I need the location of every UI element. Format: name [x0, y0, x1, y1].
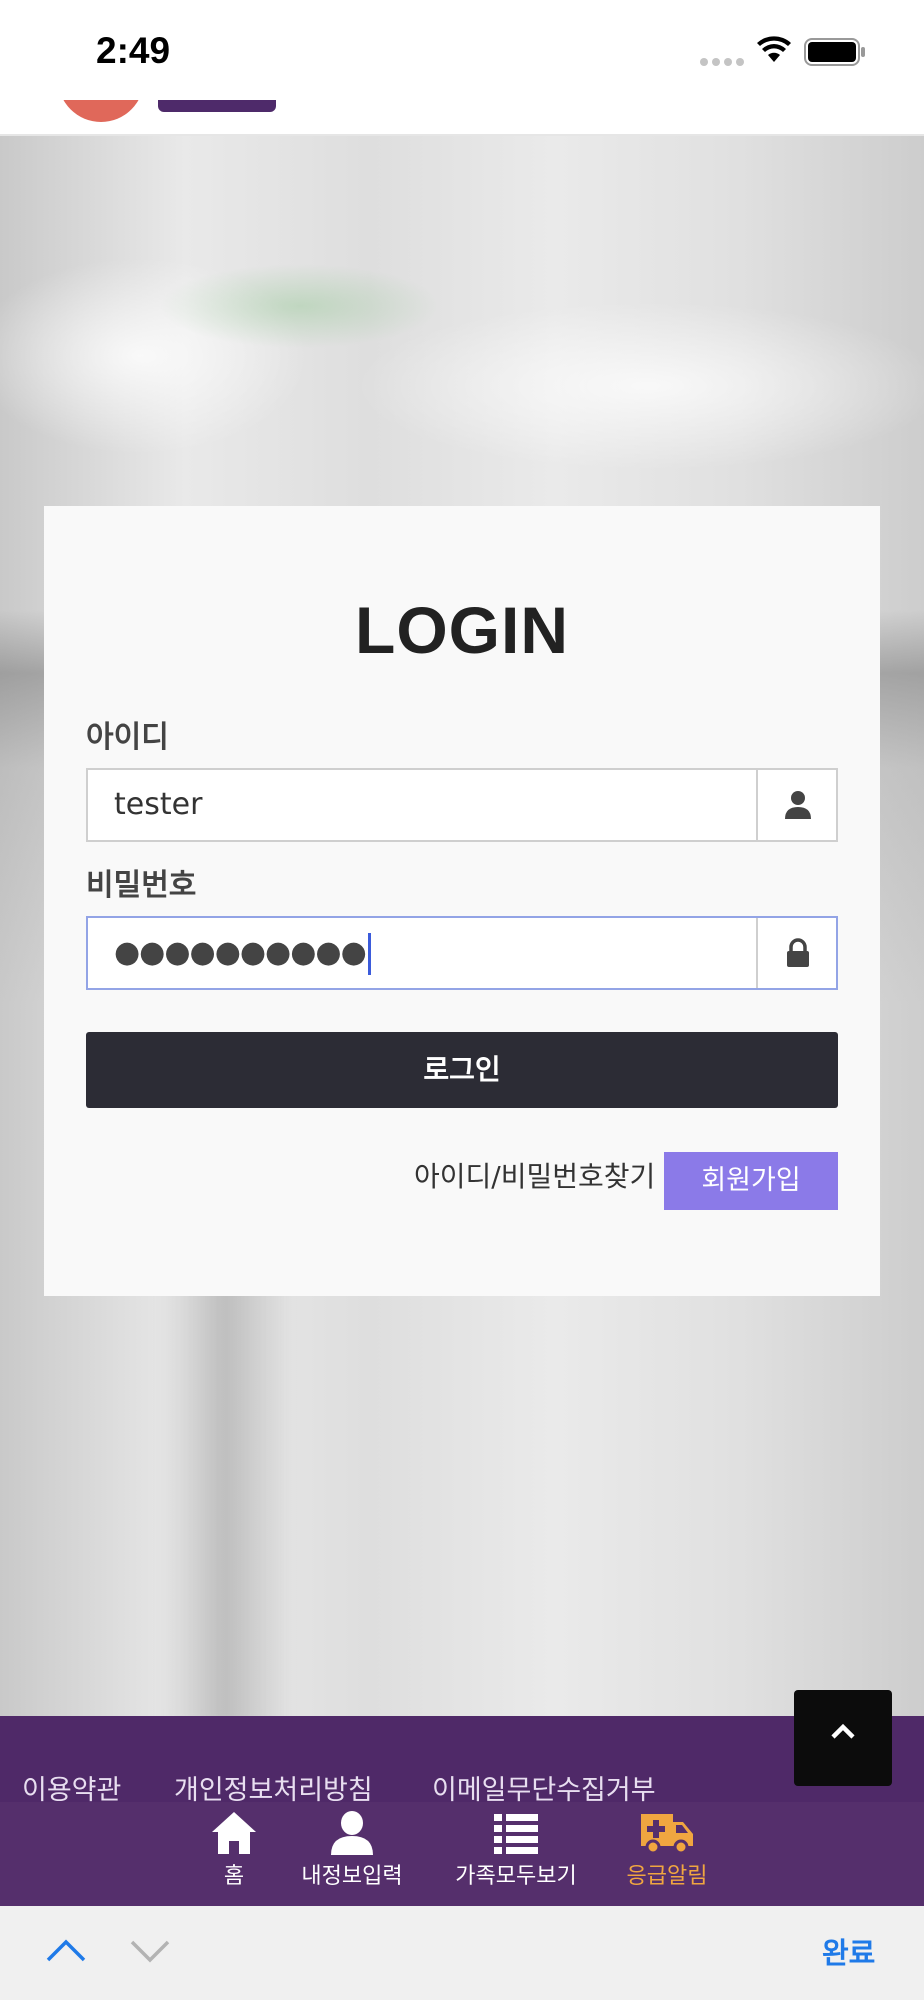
cellular-signal-icon: [700, 58, 744, 66]
bottom-nav: 홈 내정보입력 가족모두보기 응급알림: [0, 1802, 924, 1906]
id-field-addon: [756, 770, 836, 840]
footer: 이용약관 개인정보처리방침 이메일무단수집거부 홈 내정보입력 가족모두보기 응…: [0, 1716, 924, 1906]
nav-label-emergency: 응급알림: [626, 1864, 708, 1889]
login-card: LOGIN 아이디 tester 비밀번호 ●●●●●●●●●● 로그인 아이디…: [44, 506, 880, 1296]
login-title: LOGIN: [355, 593, 569, 667]
status-time: 2:49: [96, 30, 171, 71]
person-icon: [331, 1811, 373, 1855]
nav-item-my-info[interactable]: 내정보입력: [292, 1802, 412, 1906]
status-bar: 2:49: [0, 0, 924, 100]
nav-item-emergency[interactable]: 응급알림: [614, 1802, 720, 1906]
nav-label-my-info: 내정보입력: [301, 1864, 403, 1889]
site-header: [0, 100, 924, 136]
login-button[interactable]: 로그인: [86, 1032, 838, 1108]
password-mask: ●●●●●●●●●●: [114, 935, 367, 970]
password-field[interactable]: ●●●●●●●●●●: [86, 916, 838, 990]
keyboard-accessory-bar: 완료: [0, 1906, 924, 2000]
background-shape: [160, 1266, 290, 1726]
scroll-top-button[interactable]: [794, 1690, 892, 1786]
home-icon: [212, 1812, 256, 1854]
password-field-value[interactable]: ●●●●●●●●●●: [114, 918, 371, 988]
password-field-addon: [756, 918, 836, 988]
lock-icon: [787, 938, 809, 967]
site-logo-text[interactable]: [158, 100, 276, 112]
user-icon: [785, 791, 811, 819]
id-field-value[interactable]: tester: [114, 770, 202, 840]
previous-field-chevron-up-icon[interactable]: [44, 1936, 88, 1966]
signup-button[interactable]: 회원가입: [664, 1152, 838, 1210]
id-label: 아이디: [86, 720, 169, 755]
password-label: 비밀번호: [86, 868, 197, 903]
ambulance-icon: [641, 1814, 693, 1855]
next-field-chevron-down-icon[interactable]: [128, 1936, 172, 1966]
battery-icon: [804, 38, 865, 66]
find-id-password-link[interactable]: 아이디/비밀번호찾기: [414, 1148, 655, 1206]
done-button[interactable]: 완료: [822, 1930, 875, 1972]
nav-item-home[interactable]: 홈: [194, 1802, 274, 1906]
id-field[interactable]: tester: [86, 768, 838, 842]
nav-label-family-view: 가족모두보기: [455, 1864, 577, 1889]
chevron-up-icon: [831, 1723, 855, 1739]
text-caret: [367, 932, 371, 975]
list-icon: [494, 1814, 538, 1854]
nav-item-family-view[interactable]: 가족모두보기: [448, 1802, 584, 1906]
nav-label-home: 홈: [223, 1864, 245, 1889]
wifi-icon: [757, 36, 791, 62]
site-logo-icon[interactable]: [58, 100, 144, 122]
